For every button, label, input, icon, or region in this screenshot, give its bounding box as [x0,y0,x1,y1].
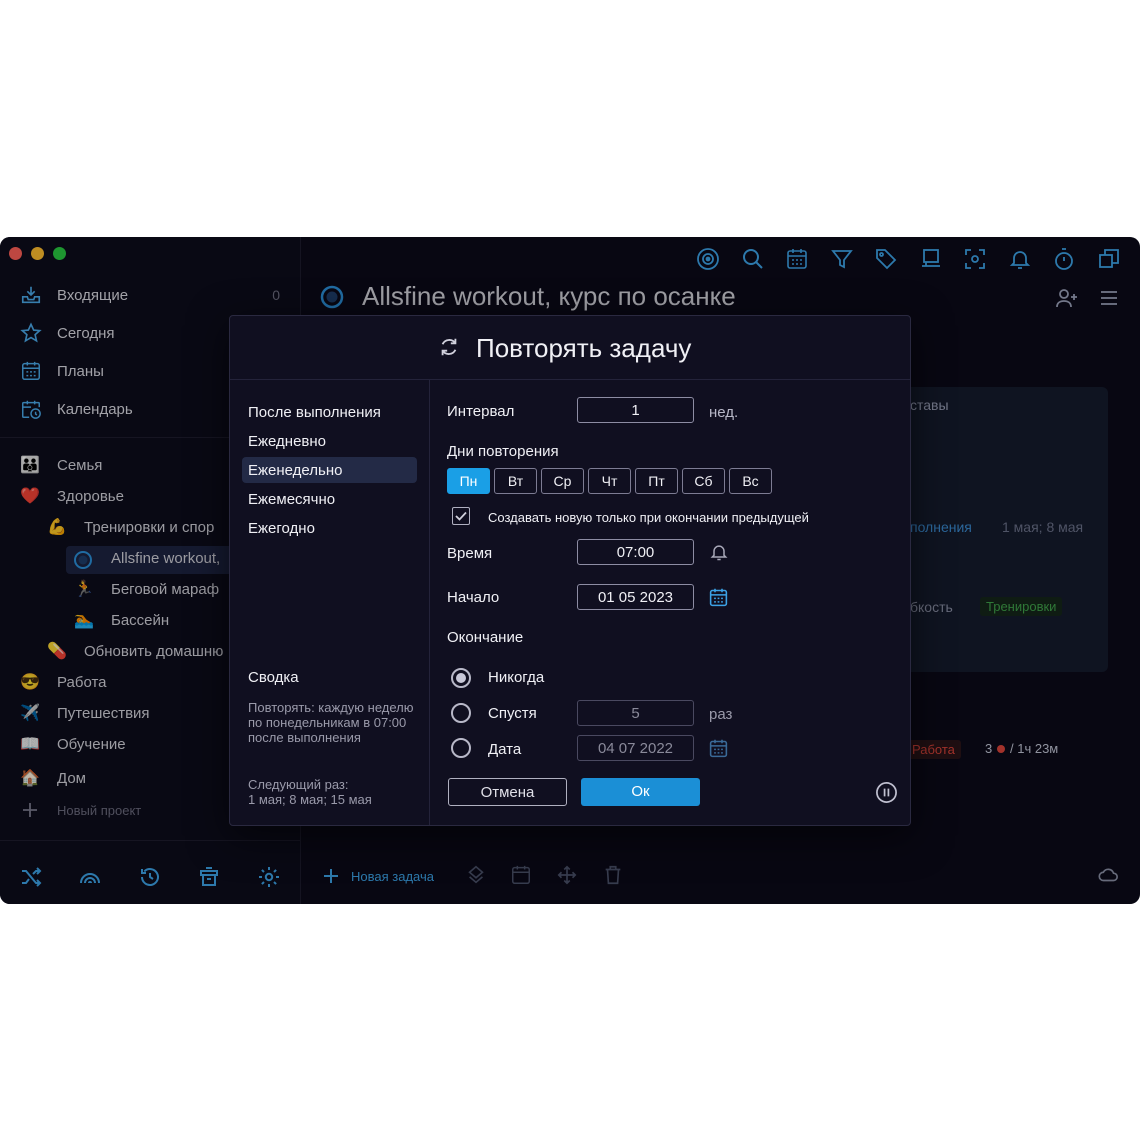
dialog-header: Повторять задачу [230,316,910,380]
interval-label: Интервал [447,403,515,420]
day-sat[interactable]: Сб [682,468,725,494]
end-after-count-input[interactable]: 5 [577,700,694,726]
cancel-button[interactable]: Отмена [448,778,567,806]
repeat-icon [441,338,457,356]
day-mon[interactable]: Пн [447,468,490,494]
time-input[interactable]: 07:00 [577,539,694,565]
start-date-input[interactable]: 01 05 2023 [577,584,694,610]
day-wed[interactable]: Ср [541,468,584,494]
create-after-checkbox[interactable] [452,507,470,525]
end-after-label: Спустя [488,705,537,722]
days-label: Дни повторения [447,443,559,460]
end-after-radio[interactable] [451,703,471,723]
day-fri[interactable]: Пт [635,468,678,494]
interval-unit: нед. [709,404,739,421]
option-monthly[interactable]: Ежемесячно [242,486,417,512]
weekday-selector: Пн Вт Ср Чт Пт Сб Вс [447,468,772,494]
option-after-completion[interactable]: После выполнения [242,399,417,425]
next-value: 1 мая; 8 мая; 15 мая [248,792,372,807]
dialog-title: Повторять задачу [476,333,692,363]
repeat-type-list: После выполнения Ежедневно Еженедельно Е… [230,380,430,825]
time-label: Время [447,545,493,562]
day-thu[interactable]: Чт [588,468,631,494]
start-label: Начало [447,589,500,606]
app-window: Входящие 0 Сегодня Планы Календарь 👪 Сем… [0,237,1140,904]
end-never-label: Никогда [488,669,545,686]
calendar-icon[interactable] [708,738,729,759]
bell-icon[interactable] [709,542,729,562]
end-date-label: Дата [488,741,522,758]
summary-text: Повторять: каждую неделю по понедельника… [248,700,414,745]
interval-input[interactable]: 1 [577,397,694,423]
create-after-label: Создавать новую только при окончании пре… [488,510,809,525]
option-daily[interactable]: Ежедневно [242,428,417,454]
option-yearly[interactable]: Ежегодно [242,515,417,541]
next-label: Следующий раз: [248,777,349,792]
calendar-icon[interactable] [708,587,729,608]
end-after-unit: раз [709,706,733,723]
day-tue[interactable]: Вт [494,468,537,494]
ok-button[interactable]: Ок [581,778,700,806]
pause-icon[interactable] [875,781,898,804]
checkmark-icon [455,511,467,521]
end-date-radio[interactable] [451,738,471,758]
repeat-task-dialog: Повторять задачу После выполнения Ежедне… [229,315,911,826]
option-weekly[interactable]: Еженедельно [242,457,417,483]
end-label: Окончание [447,629,524,646]
end-date-input[interactable]: 04 07 2022 [577,735,694,761]
summary-heading: Сводка [248,669,299,686]
end-never-radio[interactable] [451,668,471,688]
day-sun[interactable]: Вс [729,468,772,494]
